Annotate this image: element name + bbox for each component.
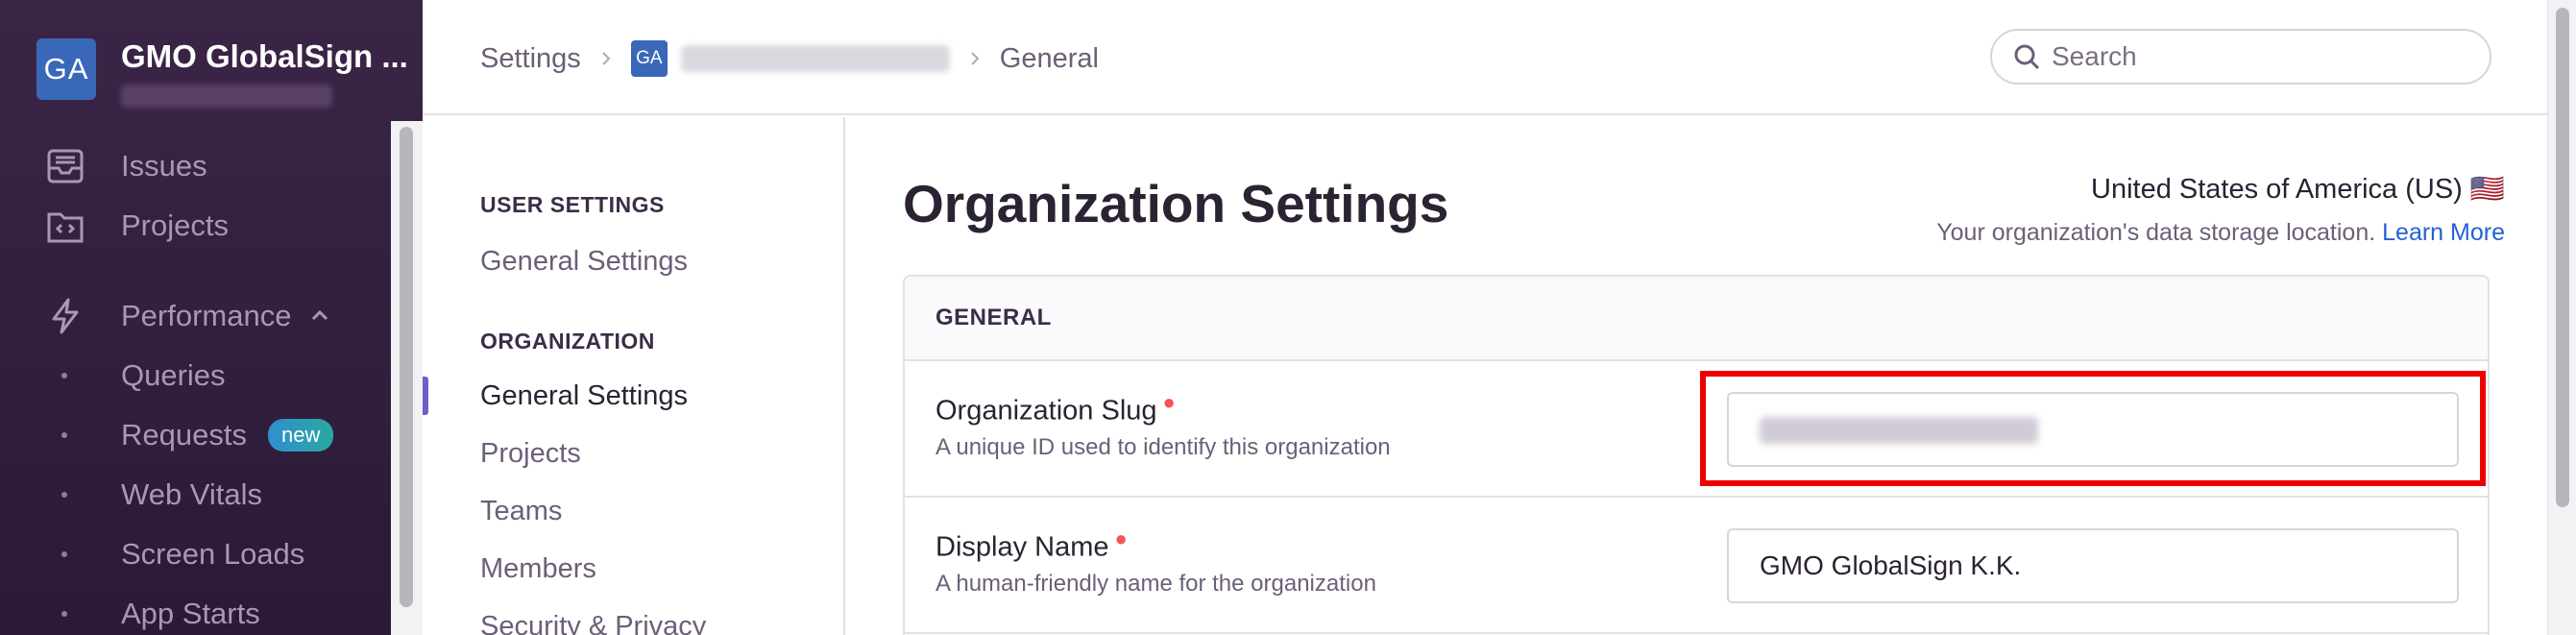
sidebar-subitem-app-starts[interactable]: App Starts	[61, 597, 260, 631]
settings-link-members[interactable]: Members	[480, 553, 596, 585]
settings-link-projects[interactable]: Projects	[480, 438, 581, 470]
sidebar-subitem-label: Requests	[121, 418, 247, 452]
field-label-text: Organization Slug	[936, 395, 1157, 427]
bullet-icon	[61, 373, 67, 379]
display-name-input[interactable]	[1727, 528, 2459, 603]
settings-link-teams[interactable]: Teams	[480, 496, 562, 527]
sidebar-item-projects[interactable]: Projects	[46, 207, 229, 245]
highlight-box	[1700, 371, 2486, 486]
required-indicator: ●	[1114, 526, 1128, 550]
bullet-icon	[61, 551, 67, 557]
active-indicator	[423, 377, 428, 415]
settings-link-org-general[interactable]: General Settings	[480, 380, 688, 412]
breadcrumb-settings[interactable]: Settings	[480, 43, 581, 75]
page-title: Organization Settings	[903, 174, 1449, 233]
settings-link-security-privacy[interactable]: Security & Privacy	[480, 611, 706, 635]
field-row-display-name: Display Name ● A human-friendly name for …	[905, 498, 2488, 634]
sidebar-subitem-label: App Starts	[121, 597, 260, 630]
breadcrumb-org-redacted[interactable]	[680, 45, 950, 72]
sidebar-subitem-web-vitals[interactable]: Web Vitals	[61, 477, 262, 512]
data-region-info: United States of America (US) 🇺🇸 Your or…	[1936, 173, 2505, 247]
chevron-right-icon	[602, 52, 611, 65]
user-settings-heading: USER SETTINGS	[480, 192, 665, 217]
field-help: A unique ID used to identify this organi…	[936, 434, 1391, 460]
sidebar-subitem-queries[interactable]: Queries	[61, 358, 226, 393]
general-panel: GENERAL Organization Slug ● A unique ID u…	[903, 275, 2490, 635]
settings-nav: USER SETTINGS General Settings ORGANIZAT…	[423, 117, 845, 635]
organization-heading: ORGANIZATION	[480, 329, 655, 354]
page-scrollbar[interactable]	[2547, 0, 2576, 635]
sidebar-item-performance[interactable]: Performance	[46, 297, 331, 335]
field-label: Display Name ●	[936, 526, 1128, 564]
scrollbar-thumb[interactable]	[400, 127, 413, 607]
settings-link-user-general[interactable]: General Settings	[480, 246, 688, 278]
sidebar-item-label: Projects	[121, 208, 229, 242]
user-email-redacted	[121, 85, 332, 108]
new-badge: new	[267, 419, 334, 452]
search-icon	[2014, 44, 2040, 70]
bullet-icon	[61, 611, 67, 617]
region-name: United States of America (US) 🇺🇸	[2091, 174, 2505, 205]
chevron-up-icon[interactable]	[308, 305, 331, 328]
top-bar: Settings GA General	[423, 0, 2547, 115]
bullet-icon	[61, 492, 67, 498]
chevron-right-icon	[971, 52, 980, 65]
field-label-text: Display Name	[936, 531, 1109, 563]
org-name: GMO GlobalSign ...	[121, 38, 408, 74]
sidebar-subitem-requests[interactable]: Requests new	[61, 418, 334, 452]
search-input[interactable]	[2052, 41, 2474, 72]
lightning-icon	[46, 297, 85, 335]
code-folder-icon	[46, 207, 85, 245]
main-content: Organization Settings United States of A…	[847, 117, 2547, 635]
bullet-icon	[61, 432, 67, 438]
sidebar-subitem-label: Web Vitals	[121, 477, 263, 511]
region-description: Your organization's data storage locatio…	[1936, 219, 2505, 247]
learn-more-link[interactable]: Learn More	[2382, 219, 2505, 246]
sidebar-scrollbar[interactable]	[391, 121, 423, 635]
sidebar-subitem-label: Queries	[121, 358, 226, 392]
org-avatar-small: GA	[630, 40, 668, 77]
sidebar-subitem-label: Screen Loads	[121, 537, 305, 571]
sidebar-item-issues[interactable]: Issues	[46, 147, 207, 185]
inbox-icon	[46, 147, 85, 185]
field-label: Organization Slug ●	[936, 390, 1176, 427]
field-row-org-slug: Organization Slug ● A unique ID used to i…	[905, 361, 2488, 498]
org-switcher[interactable]: GA GMO GlobalSign ...	[36, 38, 408, 108]
panel-heading: GENERAL	[905, 277, 2488, 361]
sidebar-subitem-screen-loads[interactable]: Screen Loads	[61, 537, 304, 572]
region-description-text: Your organization's data storage locatio…	[1936, 219, 2376, 246]
org-avatar: GA	[36, 38, 96, 100]
sidebar-item-label: Performance	[121, 299, 292, 332]
sidebar-item-label: Issues	[121, 149, 207, 183]
search-box[interactable]	[1990, 29, 2491, 85]
breadcrumb: Settings GA General	[480, 40, 1099, 77]
scrollbar-thumb[interactable]	[2556, 8, 2569, 507]
breadcrumb-general: General	[999, 42, 1099, 74]
field-help: A human-friendly name for the organizati…	[936, 571, 1376, 597]
sidebar: GA GMO GlobalSign ... Issues Projects Pe…	[0, 0, 423, 635]
required-indicator: ●	[1162, 390, 1176, 414]
